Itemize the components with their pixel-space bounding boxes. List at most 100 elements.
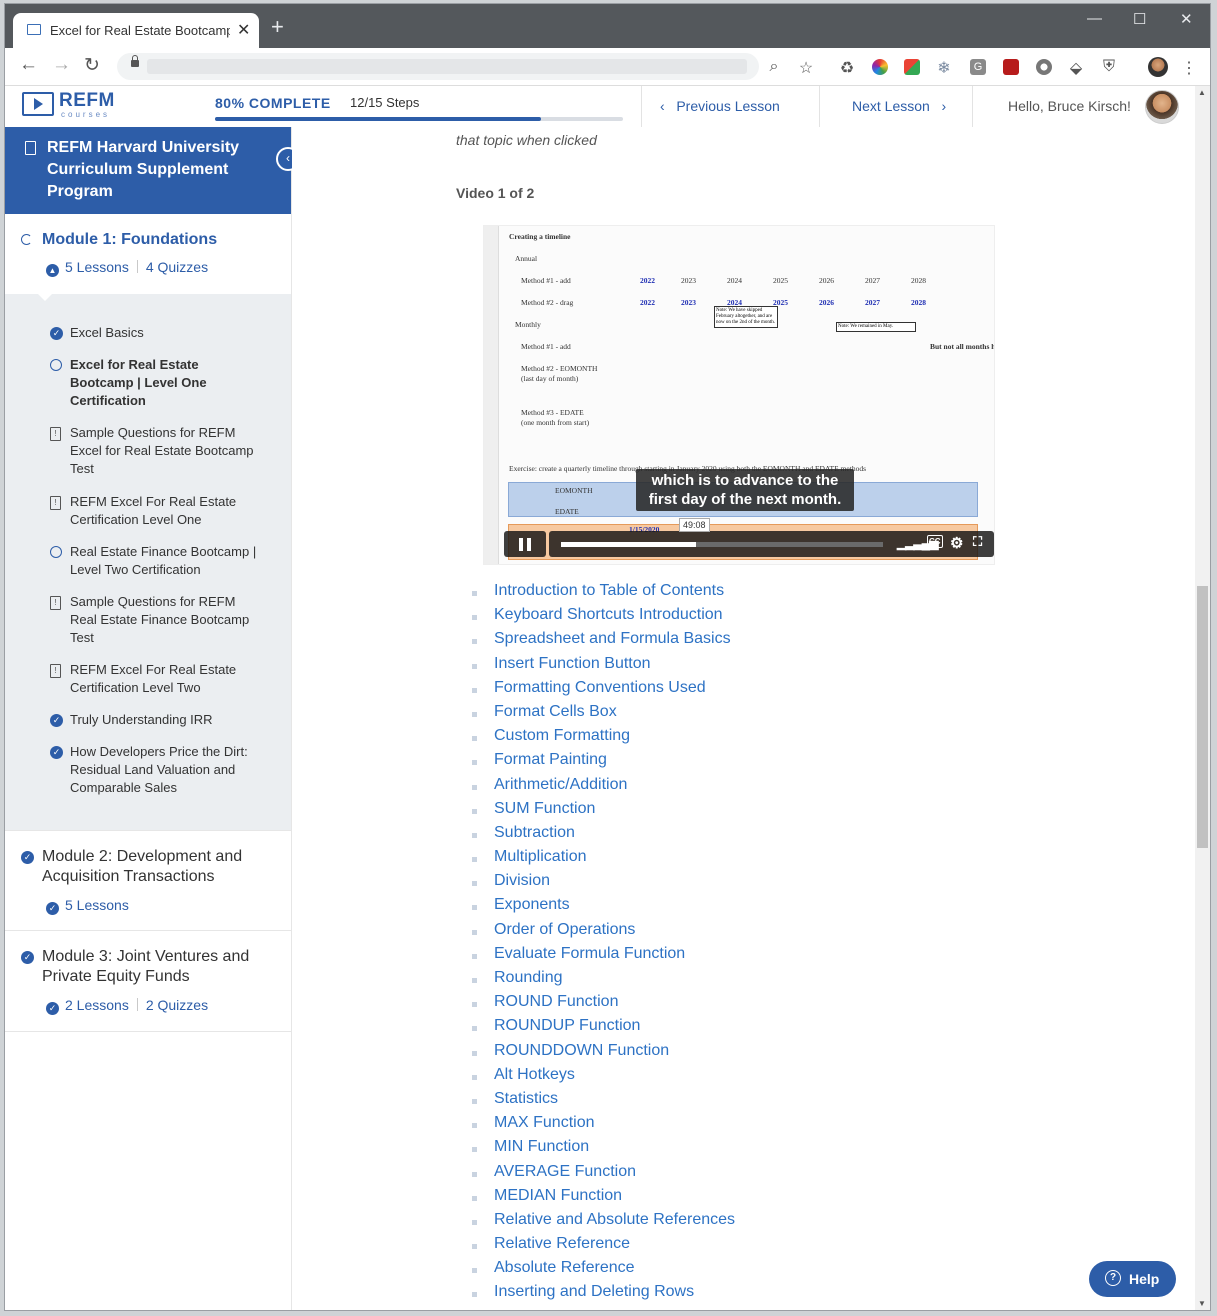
new-tab-button[interactable]: +: [271, 14, 284, 40]
lesson-content: that topic when clicked Video 1 of 2 Cre…: [292, 127, 1195, 1310]
toc-link[interactable]: Division: [494, 872, 550, 890]
bullet-icon: [472, 1123, 477, 1129]
toc-link[interactable]: Arithmetic/Addition: [494, 776, 627, 794]
program-header[interactable]: REFM Harvard University Curriculum Suppl…: [5, 127, 291, 214]
toc-link[interactable]: MIN Function: [494, 1138, 589, 1156]
sheet-year: 2022: [640, 298, 655, 307]
toc-link[interactable]: Exponents: [494, 896, 570, 914]
module-2-title: Module 2: Development and Acquisition Tr…: [42, 848, 243, 885]
sheet-last-day: (last day of month): [521, 374, 579, 383]
sheet-year: 2022: [640, 276, 655, 285]
user-avatar[interactable]: [1145, 90, 1179, 124]
toc-link[interactable]: Formatting Conventions Used: [494, 679, 706, 697]
toc-link[interactable]: Format Painting: [494, 751, 607, 769]
module-2[interactable]: ✓ Module 2: Development and Acquisition …: [5, 830, 291, 931]
sheet-year: 2025: [773, 276, 788, 285]
toc-link[interactable]: MAX Function: [494, 1114, 594, 1132]
circle-extension-icon[interactable]: [1036, 59, 1052, 75]
browser-tab[interactable]: Excel for Real Estate Bootcamp | l ✕: [13, 13, 259, 48]
fullscreen-icon[interactable]: ⛶: [973, 534, 982, 550]
lesson-label: Excel for Real Estate Bootcamp | Level O…: [70, 357, 207, 408]
settings-gear-icon[interactable]: ⚙: [950, 534, 963, 552]
check-icon: ✓: [21, 851, 34, 864]
toc-link[interactable]: Evaluate Formula Function: [494, 945, 685, 963]
toc-link[interactable]: ROUNDUP Function: [494, 1017, 640, 1035]
pdf-extension-icon[interactable]: [1003, 59, 1019, 75]
bullet-icon: [472, 1292, 477, 1298]
header-divider: [819, 86, 820, 127]
shield-extension-icon[interactable]: ⛨: [1100, 58, 1118, 76]
module-3-lessons: 2 Lessons: [65, 997, 129, 1013]
color-wheel-extension-icon[interactable]: [872, 59, 888, 75]
toc-link[interactable]: Order of Operations: [494, 921, 635, 939]
control-bar: 49:08 ▁▂▃▄▅ CC ⚙ ⛶: [549, 518, 994, 557]
toc-link[interactable]: Rounding: [494, 969, 563, 987]
question-icon: ?: [1105, 1270, 1121, 1286]
toc-link[interactable]: Subtraction: [494, 824, 575, 842]
maximize-icon[interactable]: ☐: [1133, 10, 1146, 28]
module-3-meta[interactable]: ✓ 2 Lessons 2 Quizzes: [46, 997, 208, 1015]
dropbox-extension-icon[interactable]: ⬙: [1067, 58, 1085, 78]
pause-button[interactable]: [504, 531, 546, 557]
toc-link[interactable]: Relative and Absolute References: [494, 1211, 735, 1229]
toc-link[interactable]: Keyboard Shortcuts Introduction: [494, 606, 723, 624]
toc-link[interactable]: Insert Function Button: [494, 655, 651, 673]
bullet-icon: [472, 929, 477, 935]
toc-link[interactable]: AVERAGE Function: [494, 1163, 636, 1181]
seek-bar[interactable]: [561, 542, 883, 547]
refm-logo[interactable]: REFM courses: [22, 90, 114, 119]
recycle-extension-icon[interactable]: ♻: [838, 58, 856, 78]
next-lesson-label: Next Lesson: [852, 98, 930, 114]
toc-link[interactable]: MEDIAN Function: [494, 1187, 622, 1205]
closed-captions-icon[interactable]: CC: [927, 535, 943, 548]
video-player[interactable]: Creating a timeline Annual Method #1 - a…: [483, 225, 995, 565]
module-1[interactable]: Module 1: Foundations ▲ 5 Lessons 4 Quizze…: [5, 214, 291, 294]
toc-link[interactable]: Custom Formatting: [494, 727, 630, 745]
zoom-icon[interactable]: ⌕: [765, 58, 783, 76]
sheet-method1-monthly: Method #1 - add: [521, 342, 571, 351]
lesson-label: Real Estate Finance Bootcamp | Level Two…: [70, 544, 257, 577]
check-icon: ✓: [46, 1002, 59, 1015]
back-icon[interactable]: ←: [19, 54, 38, 76]
snowflake-extension-icon[interactable]: ❄: [935, 58, 953, 78]
toc-link[interactable]: Spreadsheet and Formula Basics: [494, 630, 731, 648]
sheet-year: 2023: [681, 298, 696, 307]
reload-icon[interactable]: ↻: [84, 54, 100, 77]
toc-link[interactable]: ROUNDDOWN Function: [494, 1042, 669, 1060]
chevron-right-icon: ›: [941, 98, 947, 114]
module-1-meta[interactable]: ▲ 5 Lessons 4 Quizzes: [46, 259, 208, 277]
close-tab-icon[interactable]: ✕: [237, 20, 250, 40]
toc-link[interactable]: ROUND Function: [494, 993, 618, 1011]
forward-icon[interactable]: →: [52, 54, 71, 76]
menu-kebab-icon[interactable]: ⋮: [1180, 58, 1198, 78]
toc-link[interactable]: Format Cells Box: [494, 703, 617, 721]
profile-avatar-icon[interactable]: [1148, 57, 1168, 77]
minimize-icon[interactable]: —: [1087, 10, 1102, 27]
bookmark-star-icon[interactable]: ☆: [797, 58, 815, 78]
sheet-method2-eomonth: Method #2 - EOMONTH: [521, 364, 598, 373]
toc-link[interactable]: Introduction to Table of Contents: [494, 582, 724, 600]
google-extension-icon[interactable]: [904, 59, 920, 75]
address-bar[interactable]: [117, 53, 759, 80]
help-button[interactable]: ? Help: [1089, 1261, 1176, 1297]
toc-link[interactable]: Inserting and Deleting Rows: [494, 1283, 694, 1301]
next-lesson-link[interactable]: Next Lesson ›: [852, 98, 946, 114]
module-3[interactable]: ✓ Module 3: Joint Ventures and Private E…: [5, 930, 291, 1032]
g-extension-icon[interactable]: G: [970, 59, 986, 75]
toc-link[interactable]: Multiplication: [494, 848, 586, 866]
window-close-icon[interactable]: ✕: [1180, 10, 1193, 28]
toc-link[interactable]: Relative Reference: [494, 1235, 630, 1253]
toc-link[interactable]: Alt Hotkeys: [494, 1066, 575, 1084]
scroll-up-icon[interactable]: ▲: [1198, 88, 1206, 97]
toc-link[interactable]: SUM Function: [494, 800, 595, 818]
page-scrollbar[interactable]: ▲ ▼: [1195, 86, 1210, 1310]
previous-lesson-link[interactable]: ‹ Previous Lesson: [660, 98, 780, 114]
sheet-year: 2027: [865, 298, 880, 307]
scroll-down-icon[interactable]: ▼: [1198, 1299, 1206, 1308]
module-2-meta[interactable]: ✓ 5 Lessons: [46, 897, 129, 915]
toc-link[interactable]: Statistics: [494, 1090, 558, 1108]
toc-link[interactable]: Absolute Reference: [494, 1259, 635, 1277]
scrollbar-thumb[interactable]: [1197, 586, 1208, 848]
sheet-year: 2024: [727, 276, 742, 285]
bullet-icon: [472, 663, 477, 669]
